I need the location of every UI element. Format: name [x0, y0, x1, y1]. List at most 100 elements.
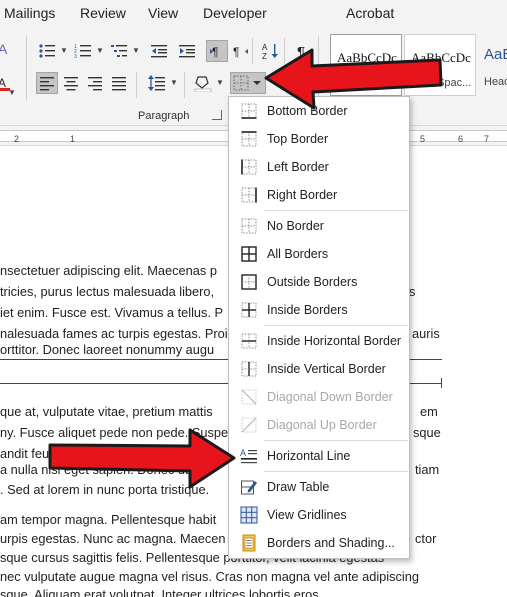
line-end-marker [441, 378, 442, 388]
styles-gallery: AaBbCcDc ¶ Normal AaBbCcDc ¶ No Spac... … [330, 34, 507, 96]
menu-item-label: Inside Vertical Border [267, 362, 386, 376]
menu-separator [264, 210, 408, 211]
svg-text:¶: ¶ [297, 44, 305, 59]
outside-borders-icon [240, 273, 258, 291]
ruler-number: 2 [14, 134, 20, 144]
ruler-number: 1 [70, 134, 76, 144]
numbering-dropdown-icon[interactable]: ▼ [96, 46, 104, 55]
menu-item-diagonal-down-border: Diagonal Down Border [229, 383, 409, 411]
svg-text:3: 3 [74, 54, 77, 59]
font-color-dropdown-icon[interactable]: ▼ [8, 88, 16, 97]
style-heading[interactable]: AaB Head [478, 34, 507, 96]
menu-separator [264, 325, 408, 326]
separator [284, 38, 285, 64]
justify-icon[interactable] [108, 72, 130, 94]
text-effects-icon[interactable]: A [0, 38, 16, 60]
multilevel-list-icon[interactable] [108, 40, 130, 62]
separator [26, 36, 27, 100]
view-gridlines-icon [240, 506, 258, 524]
numbering-icon[interactable]: 123 [72, 40, 94, 62]
shading-dropdown-icon[interactable]: ▼ [216, 78, 224, 87]
menu-item-view-gridlines[interactable]: View Gridlines [229, 501, 409, 529]
rtl-paragraph-icon[interactable]: ¶ [230, 40, 252, 62]
style-name: Head [484, 76, 507, 88]
menu-item-inside-vertical-border[interactable]: Inside Vertical Border [229, 355, 409, 383]
line-spacing-icon[interactable] [146, 72, 168, 94]
menu-item-top-border[interactable]: Top Border [229, 125, 409, 153]
style-name: ¶ No Spac... [411, 77, 472, 89]
diagonal-up-border-icon [240, 416, 258, 434]
bottom-border-icon [240, 102, 258, 120]
svg-text:A: A [262, 43, 268, 52]
menu-item-bottom-border[interactable]: Bottom Border [229, 97, 409, 125]
menu-item-label: Draw Table [267, 480, 330, 494]
separator [184, 72, 185, 98]
style-normal[interactable]: AaBbCcDc ¶ Normal [330, 34, 402, 96]
menu-item-all-borders[interactable]: All Borders [229, 240, 409, 268]
paragraph-group-label: Paragraph [138, 110, 190, 122]
show-formatting-marks-icon[interactable]: ¶ [292, 40, 314, 62]
tab-mailings[interactable]: Mailings [4, 5, 55, 21]
horizontal-line-icon: A [240, 447, 258, 465]
ltr-paragraph-icon[interactable]: ¶ [206, 40, 228, 62]
menu-item-right-border[interactable]: Right Border [229, 181, 409, 209]
menu-item-no-border[interactable]: No Border [229, 212, 409, 240]
line-spacing-dropdown-icon[interactable]: ▼ [170, 78, 178, 87]
svg-text:A: A [240, 448, 246, 458]
menu-item-label: Top Border [267, 132, 329, 146]
menu-item-borders-and-shading[interactable]: Borders and Shading... [229, 529, 409, 557]
all-borders-icon [240, 245, 258, 263]
borders-and-shading-icon [240, 534, 258, 552]
align-left-icon[interactable] [36, 72, 58, 94]
increase-indent-icon[interactable] [176, 40, 198, 62]
decrease-indent-icon[interactable] [148, 40, 170, 62]
tab-acrobat[interactable]: Acrobat [346, 5, 394, 21]
menu-item-draw-table[interactable]: Draw Table [229, 473, 409, 501]
ribbon-tab-bar: Mailings Review View Developer Acrobat [0, 0, 507, 30]
inside-vertical-border-icon [240, 360, 258, 378]
svg-text:A: A [0, 41, 8, 57]
document-fragment: auris [412, 326, 440, 341]
menu-separator [264, 440, 408, 441]
borders-button[interactable] [230, 72, 266, 94]
inside-horizontal-border-icon [240, 332, 258, 350]
menu-item-label: View Gridlines [267, 508, 347, 522]
tab-view[interactable]: View [148, 5, 178, 21]
shading-icon[interactable] [192, 72, 214, 94]
menu-item-left-border[interactable]: Left Border [229, 153, 409, 181]
menu-item-inside-borders[interactable]: Inside Borders [229, 296, 409, 324]
style-no-spacing[interactable]: AaBbCcDc ¶ No Spac... [404, 34, 476, 96]
menu-item-label: Diagonal Down Border [267, 390, 393, 404]
multilevel-list-dropdown-icon[interactable]: ▼ [132, 46, 140, 55]
right-border-icon [240, 186, 258, 204]
top-border-icon [240, 130, 258, 148]
svg-text:¶: ¶ [212, 45, 218, 59]
svg-text:¶: ¶ [233, 45, 239, 59]
menu-item-label: Diagonal Up Border [267, 418, 377, 432]
paragraph-dialog-launcher-icon[interactable] [212, 110, 222, 120]
menu-item-label: Left Border [267, 160, 329, 174]
menu-item-outside-borders[interactable]: Outside Borders [229, 268, 409, 296]
document-fragment: sque [413, 425, 441, 440]
tab-developer[interactable]: Developer [203, 5, 267, 21]
document-fragment: tiam [415, 462, 440, 477]
document-fragment: ctor [415, 531, 437, 546]
bullets-dropdown-icon[interactable]: ▼ [60, 46, 68, 55]
align-center-icon[interactable] [60, 72, 82, 94]
menu-item-label: Outside Borders [267, 275, 358, 289]
svg-text:A: A [0, 76, 6, 90]
menu-separator [264, 471, 408, 472]
document-fragment: em [420, 404, 438, 419]
tab-review[interactable]: Review [80, 5, 126, 21]
sort-icon[interactable]: AZ [260, 40, 282, 62]
menu-item-inside-horizontal-border[interactable]: Inside Horizontal Border [229, 327, 409, 355]
bullets-icon[interactable] [36, 40, 58, 62]
menu-item-label: Horizontal Line [267, 449, 351, 463]
ruler-number: 5 [420, 134, 426, 144]
menu-item-horizontal-line[interactable]: A Horizontal Line [229, 442, 409, 470]
align-right-icon[interactable] [84, 72, 106, 94]
svg-text:Z: Z [262, 52, 267, 60]
document-line: sque. Aliquam erat volutpat. Integer ult… [0, 587, 323, 597]
style-name: ¶ Normal [337, 77, 382, 89]
menu-item-label: Inside Horizontal Border [267, 334, 402, 348]
